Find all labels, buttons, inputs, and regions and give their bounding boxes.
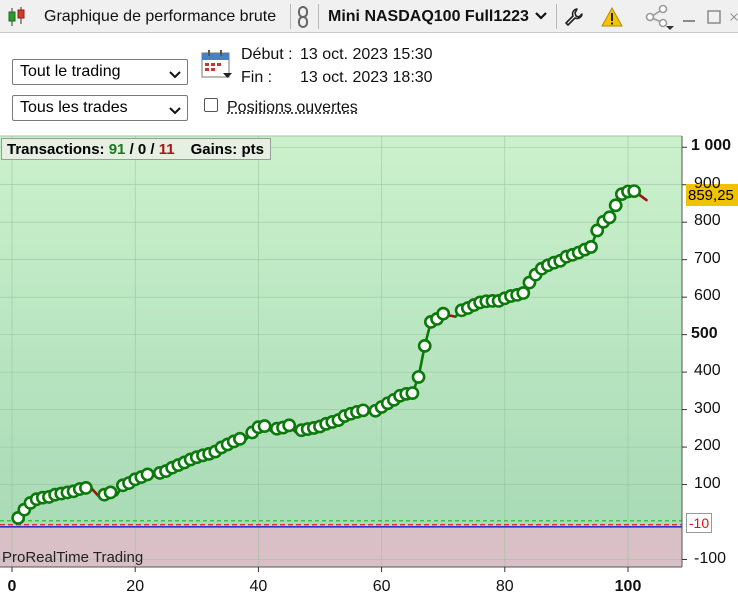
y-tick-label: 200 <box>694 437 721 455</box>
y-tick-label: 700 <box>694 249 721 267</box>
y-tick-label: 400 <box>694 362 721 380</box>
performance-chart[interactable] <box>0 0 738 598</box>
x-tick-label: 20 <box>126 578 145 595</box>
trade-point <box>627 184 642 198</box>
trade-point <box>602 210 617 225</box>
trade-point <box>608 198 623 213</box>
x-tick-label: 40 <box>249 578 268 595</box>
trade-point <box>584 240 598 254</box>
x-tick-label: 0 <box>7 578 17 595</box>
trade-point <box>516 286 531 300</box>
count-separator: / <box>150 140 155 158</box>
x-tick-label: 80 <box>495 578 514 595</box>
gains-unit-label: Gains: pts <box>190 140 264 158</box>
count-separator: / <box>129 140 134 158</box>
neutral-count: 0 <box>137 140 147 158</box>
y-tick-label: 500 <box>691 324 718 342</box>
trade-point <box>257 419 272 433</box>
y-tick-label: 900 <box>694 174 721 192</box>
gain-zone <box>0 136 682 526</box>
trade-point <box>436 306 451 321</box>
trade-point <box>140 467 155 482</box>
y-tick-label: -100 <box>694 549 727 567</box>
y-tick-label: 1 000 <box>691 137 732 155</box>
y-tick-label: 600 <box>694 287 721 305</box>
baseline-tag: -10 <box>686 513 712 533</box>
y-tick-label: 800 <box>694 212 721 230</box>
y-tick-label: 300 <box>694 399 721 417</box>
trade-point <box>411 370 426 384</box>
trade-point <box>356 403 371 418</box>
trade-point <box>103 485 118 500</box>
trade-point <box>405 386 420 401</box>
x-tick-label: 60 <box>372 578 391 595</box>
transactions-summary: Transactions: 91 / 0 / 11 Gains: pts <box>1 138 271 160</box>
y-tick-label: 100 <box>694 474 721 492</box>
trade-point <box>417 338 432 353</box>
trade-point <box>282 418 297 433</box>
losing-count: 11 <box>158 140 175 158</box>
brand-watermark: ProRealTime Trading <box>2 549 144 566</box>
trade-point <box>233 431 247 446</box>
trade-point <box>79 481 93 495</box>
winning-count: 91 <box>108 140 126 158</box>
transactions-label: Transactions: <box>7 140 105 158</box>
x-tick-label: 100 <box>614 578 642 595</box>
